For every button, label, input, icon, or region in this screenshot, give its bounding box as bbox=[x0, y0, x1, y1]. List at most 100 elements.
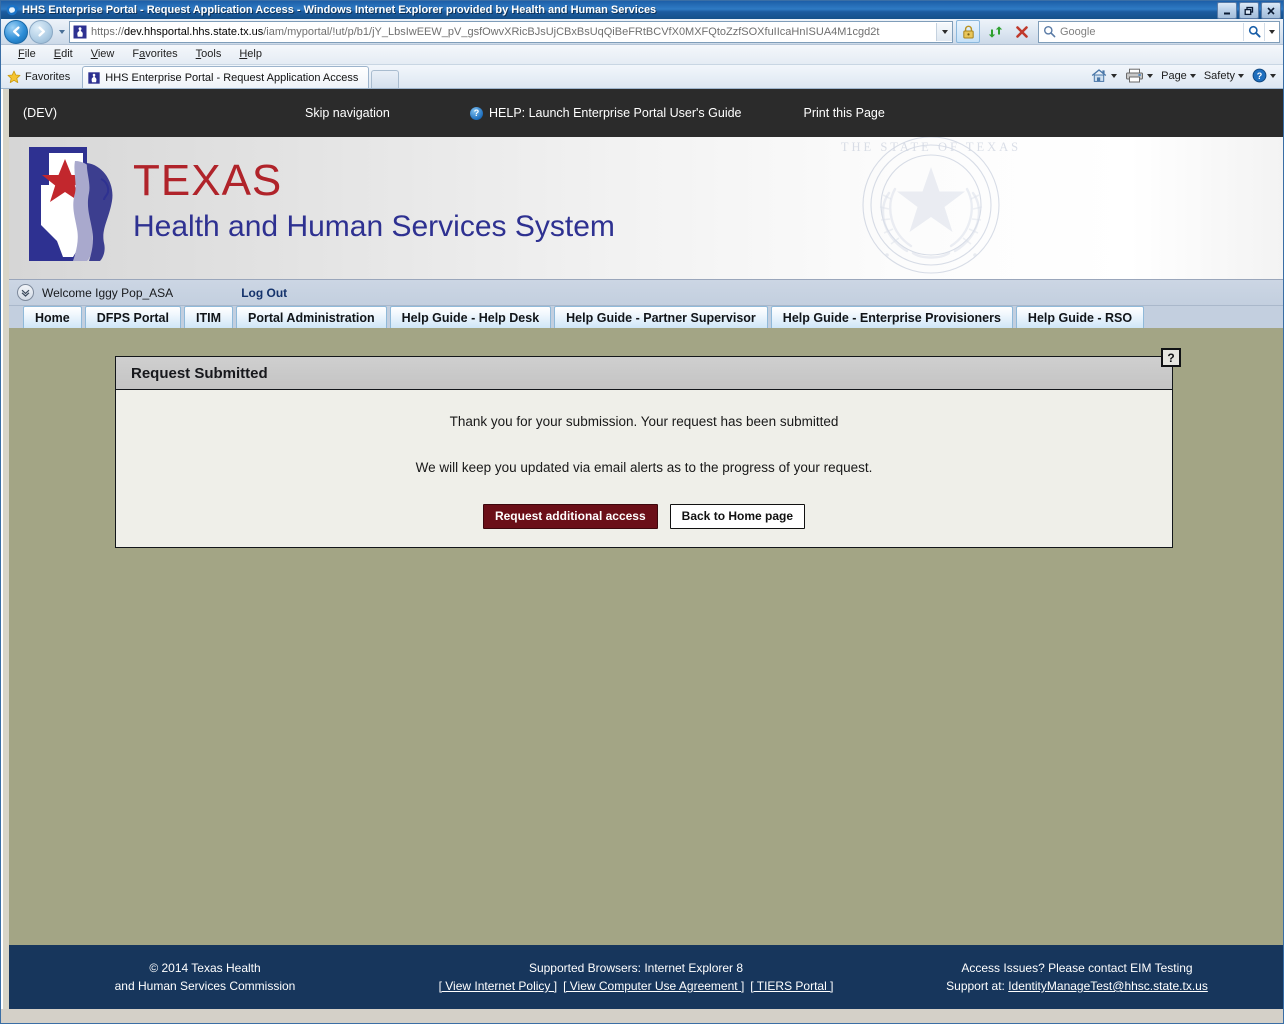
footer-copyright: © 2014 Texas Health and Human Services C… bbox=[9, 959, 401, 995]
chevron-down-icon[interactable] bbox=[17, 284, 34, 301]
tab-help-guide-help-desk[interactable]: Help Guide - Help Desk bbox=[389, 306, 552, 328]
tab-dfps-portal[interactable]: DFPS Portal bbox=[84, 306, 181, 328]
print-button[interactable] bbox=[1122, 67, 1156, 84]
command-bar: Page Safety ? bbox=[1088, 67, 1279, 84]
welcome-bar: Welcome Iggy Pop_ASA Log Out bbox=[9, 280, 1283, 306]
history-dropdown-icon[interactable] bbox=[54, 21, 66, 43]
search-go-icon[interactable] bbox=[1243, 22, 1264, 41]
favorites-label: Favorites bbox=[25, 71, 71, 83]
menu-item-view[interactable]: View bbox=[82, 46, 124, 63]
menu-item-edit[interactable]: Edit bbox=[45, 46, 82, 63]
utility-navigation: (DEV) Skip navigation ? HELP: Launch Ent… bbox=[9, 89, 1283, 137]
request-submitted-panel: ? Request Submitted Thank you for your s… bbox=[115, 348, 1181, 548]
footer-link-tiers-portal[interactable]: [ TIERS Portal ] bbox=[750, 979, 833, 993]
svg-text:?: ? bbox=[1257, 71, 1263, 81]
page-footer: © 2014 Texas Health and Human Services C… bbox=[9, 945, 1283, 1009]
help-circle-icon: ? bbox=[1252, 68, 1267, 83]
tab-portal-administration[interactable]: Portal Administration bbox=[235, 306, 387, 328]
brand-texas: TEXAS bbox=[133, 156, 283, 205]
safety-menu-button[interactable]: Safety bbox=[1201, 69, 1247, 83]
refresh-icon[interactable] bbox=[983, 20, 1007, 43]
home-button[interactable] bbox=[1088, 67, 1120, 84]
help-guide-link[interactable]: ? HELP: Launch Enterprise Portal User's … bbox=[470, 106, 742, 120]
search-input[interactable]: Google bbox=[1038, 20, 1280, 43]
svg-text:THE STATE OF TEXAS: THE STATE OF TEXAS bbox=[841, 140, 1021, 154]
footer-copyright-line2: and Human Services Commission bbox=[114, 979, 296, 993]
menu-bar: File Edit View Favorites Tools Help bbox=[1, 45, 1283, 65]
panel-body: Thank you for your submission. Your requ… bbox=[116, 390, 1172, 547]
hhs-logo-text: TEXAS Health and Human Services System bbox=[133, 159, 615, 245]
help-question-icon: ? bbox=[470, 106, 483, 120]
search-icon bbox=[1043, 25, 1056, 38]
portal-tab-strip: Home DFPS Portal ITIM Portal Administrat… bbox=[9, 306, 1283, 328]
window-controls bbox=[1217, 2, 1281, 19]
footer-support-prefix: Support at: bbox=[946, 979, 1009, 993]
ie-logo-icon bbox=[5, 3, 19, 17]
footer-access-issues-line1: Access Issues? Please contact EIM Testin… bbox=[961, 961, 1193, 975]
footer-link-internet-policy[interactable]: [ View Internet Policy ] bbox=[439, 979, 558, 993]
safety-menu-label: Safety bbox=[1203, 69, 1235, 82]
welcome-greeting: Welcome Iggy Pop_ASA bbox=[42, 285, 174, 300]
new-tab-button[interactable] bbox=[371, 70, 400, 88]
tab-itim[interactable]: ITIM bbox=[183, 306, 233, 328]
back-to-home-page-button[interactable]: Back to Home page bbox=[669, 504, 806, 529]
footer-supported-browsers: Supported Browsers: Internet Explorer 8 bbox=[528, 961, 744, 975]
environment-label: (DEV) bbox=[23, 106, 58, 120]
brand-subtitle: Health and Human Services System bbox=[133, 210, 615, 243]
help-menu-button[interactable]: ? bbox=[1249, 67, 1279, 84]
restore-button[interactable] bbox=[1239, 2, 1259, 19]
panel-help-button[interactable]: ? bbox=[1161, 348, 1181, 367]
address-bar[interactable]: https://dev.hhsportal.hhs.state.tx.us/ia… bbox=[69, 20, 953, 43]
window-title: HHS Enterprise Portal - Request Applicat… bbox=[22, 4, 657, 16]
web-page: (DEV) Skip navigation ? HELP: Launch Ent… bbox=[9, 89, 1283, 1009]
logout-link[interactable]: Log Out bbox=[241, 286, 287, 300]
address-bar-url: https://dev.hhsportal.hhs.state.tx.us/ia… bbox=[91, 25, 880, 38]
browser-tab[interactable]: HHS Enterprise Portal - Request Applicat… bbox=[82, 66, 370, 88]
navigation-toolbar: https://dev.hhsportal.hhs.state.tx.us/ia… bbox=[1, 19, 1283, 45]
page-menu-label: Page bbox=[1161, 69, 1187, 82]
branding-header: THE STATE OF TEXAS TEXAS Health and Huma… bbox=[9, 137, 1283, 280]
panel-button-row: Request additional access Back to Home p… bbox=[116, 504, 1172, 529]
print-this-page-link[interactable]: Print this Page bbox=[804, 106, 885, 120]
footer-support: Access Issues? Please contact EIM Testin… bbox=[871, 959, 1283, 995]
tab-help-guide-partner-supervisor[interactable]: Help Guide - Partner Supervisor bbox=[554, 306, 768, 328]
security-lock-icon[interactable] bbox=[956, 20, 980, 43]
favorites-and-tab-bar: Favorites HHS Enterprise Portal - Reques… bbox=[1, 65, 1283, 89]
tab-help-guide-enterprise-provisioners[interactable]: Help Guide - Enterprise Provisioners bbox=[770, 306, 1013, 328]
star-icon bbox=[7, 70, 21, 84]
confirmation-message-secondary: We will keep you updated via email alert… bbox=[415, 460, 873, 475]
minimize-button[interactable] bbox=[1217, 2, 1237, 19]
footer-support-email-link[interactable]: IdentityManageTest@hhsc.state.tx.us bbox=[1008, 979, 1208, 993]
tab-home[interactable]: Home bbox=[23, 306, 82, 328]
content-area: ? Request Submitted Thank you for your s… bbox=[9, 328, 1283, 945]
panel-header: Request Submitted bbox=[116, 357, 1172, 390]
forward-button[interactable] bbox=[29, 19, 53, 44]
site-favicon-icon bbox=[72, 24, 88, 40]
hhs-logo: TEXAS Health and Human Services System bbox=[27, 145, 615, 263]
back-button[interactable] bbox=[4, 19, 28, 44]
browser-window: HHS Enterprise Portal - Request Applicat… bbox=[0, 0, 1284, 1024]
favorites-button[interactable]: Favorites bbox=[3, 67, 78, 87]
address-dropdown-icon[interactable] bbox=[936, 22, 952, 41]
footer-copyright-line1: © 2014 Texas Health bbox=[149, 961, 261, 975]
texas-outline-profiles-icon bbox=[27, 145, 127, 263]
footer-links: Supported Browsers: Internet Explorer 8 … bbox=[401, 959, 871, 995]
page-viewport: (DEV) Skip navigation ? HELP: Launch Ent… bbox=[1, 89, 1283, 1009]
footer-link-computer-use-agreement[interactable]: [ View Computer Use Agreement ] bbox=[563, 979, 744, 993]
menu-item-tools[interactable]: Tools bbox=[187, 46, 231, 63]
skip-navigation-link[interactable]: Skip navigation bbox=[305, 106, 470, 120]
search-provider-dropdown-icon[interactable] bbox=[1264, 22, 1279, 41]
close-button[interactable] bbox=[1261, 2, 1281, 19]
menu-item-file[interactable]: File bbox=[9, 46, 45, 63]
search-placeholder: Google bbox=[1060, 25, 1096, 38]
menu-item-favorites[interactable]: Favorites bbox=[123, 46, 186, 63]
confirmation-message-primary: Thank you for your submission. Your requ… bbox=[449, 414, 839, 429]
tab-favicon-icon bbox=[87, 71, 101, 85]
page-menu-button[interactable]: Page bbox=[1158, 69, 1199, 83]
panel-title: Request Submitted bbox=[131, 364, 268, 382]
request-additional-access-button[interactable]: Request additional access bbox=[482, 504, 658, 529]
stop-icon[interactable] bbox=[1010, 20, 1034, 43]
menu-item-help[interactable]: Help bbox=[230, 46, 271, 63]
tab-help-guide-rso[interactable]: Help Guide - RSO bbox=[1015, 306, 1145, 328]
browser-tab-title: HHS Enterprise Portal - Request Applicat… bbox=[105, 71, 359, 84]
